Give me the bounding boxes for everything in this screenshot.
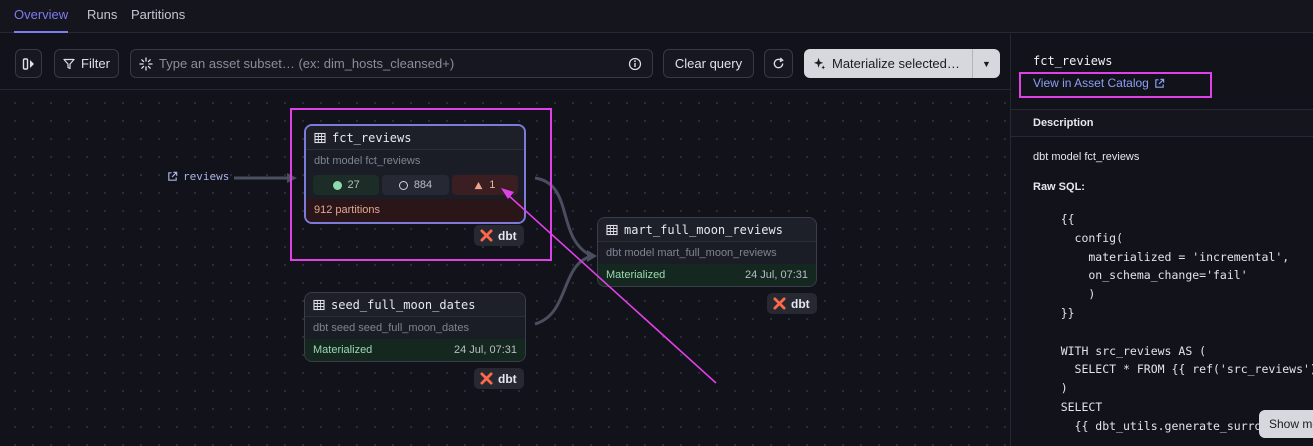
table-icon — [314, 132, 326, 143]
materialize-split-button: Materialize selected… ▼ — [804, 49, 1000, 78]
stat-failed-count: 1 — [489, 179, 496, 191]
node-header: fct_reviews — [306, 126, 524, 150]
asset-node-seed-full-moon-dates[interactable]: seed_full_moon_dates dbt seed seed_full_… — [304, 292, 526, 362]
tab-bar: Overview Runs Partitions — [0, 0, 1313, 33]
node-description: dbt seed seed_full_moon_dates — [313, 322, 469, 334]
dbt-logo-icon — [773, 297, 786, 310]
node-description: dbt model mart_full_moon_reviews — [606, 247, 777, 259]
asset-node-mart-full-moon-reviews[interactable]: mart_full_moon_reviews dbt model mart_fu… — [597, 217, 817, 287]
node-title: mart_full_moon_reviews — [624, 222, 783, 237]
raw-sql-label: Raw SQL: — [1033, 181, 1085, 193]
graph-toolbar: Filter Clear query — [0, 34, 1010, 90]
sparkle-icon — [813, 57, 826, 70]
node-title: fct_reviews — [332, 130, 412, 145]
stat-failed[interactable]: 1 — [451, 175, 518, 195]
table-icon — [606, 224, 618, 235]
stat-missing-count: 884 — [413, 179, 433, 191]
description-section-header: Description — [1011, 109, 1313, 137]
asset-detail-panel: fct_reviews View in Asset Catalog Descri… — [1010, 34, 1313, 446]
sidebar-toggle-button[interactable] — [15, 49, 42, 78]
filter-label: Filter — [81, 56, 110, 71]
node-description: dbt model fct_reviews — [314, 155, 421, 167]
success-dot-icon — [332, 180, 342, 190]
status-time: 24 Jul, 07:31 — [745, 269, 808, 281]
info-icon[interactable] — [628, 57, 642, 71]
materialize-selected-button[interactable]: Materialize selected… — [804, 49, 972, 78]
asset-graph[interactable]: Filter Clear query — [0, 34, 1010, 446]
dbt-tag-label: dbt — [498, 228, 517, 243]
clear-query-label: Clear query — [674, 56, 743, 71]
refresh-button[interactable] — [764, 49, 793, 78]
asset-node-fct-reviews[interactable]: fct_reviews dbt model fct_reviews 27 884… — [304, 124, 526, 224]
sparkle-icon — [139, 56, 153, 71]
node-header: mart_full_moon_reviews — [598, 218, 816, 242]
stat-materialized-count: 27 — [347, 179, 360, 191]
dbt-tag[interactable]: dbt — [767, 293, 817, 314]
raw-sql-code: {{ config( materialized = 'incremental',… — [1060, 212, 1313, 433]
asset-search-input[interactable] — [159, 56, 622, 71]
status-time: 24 Jul, 07:31 — [454, 344, 517, 356]
external-link-icon — [1155, 78, 1165, 88]
catalog-link-label: View in Asset Catalog — [1033, 76, 1149, 90]
asset-description: dbt model fct_reviews — [1033, 151, 1140, 163]
dbt-tag[interactable]: dbt — [474, 225, 524, 246]
dbt-tag-label: dbt — [498, 371, 517, 386]
panel-title: fct_reviews — [1033, 54, 1113, 68]
tab-runs[interactable]: Runs — [87, 0, 117, 33]
partition-count: 912 partitions — [306, 199, 524, 222]
stat-missing[interactable]: 884 — [382, 175, 449, 195]
node-title: seed_full_moon_dates — [331, 297, 476, 312]
filter-button[interactable]: Filter — [54, 49, 119, 78]
stat-materialized[interactable]: 27 — [313, 175, 380, 195]
node-header: seed_full_moon_dates — [305, 293, 525, 317]
table-icon — [313, 299, 325, 310]
panel-toggle-icon — [22, 57, 34, 70]
dbt-logo-icon — [480, 372, 493, 385]
tab-partitions[interactable]: Partitions — [131, 0, 185, 33]
dbt-tag[interactable]: dbt — [474, 368, 524, 389]
refresh-icon — [773, 57, 784, 69]
show-more-button[interactable]: Show more — [1259, 410, 1313, 438]
missing-circle-icon — [398, 180, 408, 190]
external-asset-link[interactable]: reviews — [167, 170, 229, 183]
dbt-tag-label: dbt — [791, 296, 810, 311]
status-label: Materialized — [313, 344, 373, 356]
asset-search[interactable] — [130, 49, 653, 78]
dbt-logo-icon — [480, 229, 493, 242]
partition-stats: 27 884 1 — [306, 172, 524, 199]
view-in-catalog-link[interactable]: View in Asset Catalog — [1033, 76, 1165, 90]
caret-down-icon: ▼ — [982, 58, 991, 69]
external-asset-label: reviews — [183, 170, 230, 183]
materialize-dropdown-button[interactable]: ▼ — [972, 49, 1000, 78]
filter-icon — [63, 58, 75, 69]
node-status: Materialized 24 Jul, 07:31 — [598, 264, 816, 286]
status-label: Materialized — [606, 269, 666, 281]
external-link-icon — [168, 171, 178, 181]
materialize-label: Materialize selected… — [832, 56, 960, 71]
clear-query-button[interactable]: Clear query — [663, 49, 754, 78]
node-status: Materialized 24 Jul, 07:31 — [305, 339, 525, 361]
warning-triangle-icon — [474, 181, 483, 189]
tab-overview[interactable]: Overview — [14, 0, 69, 33]
